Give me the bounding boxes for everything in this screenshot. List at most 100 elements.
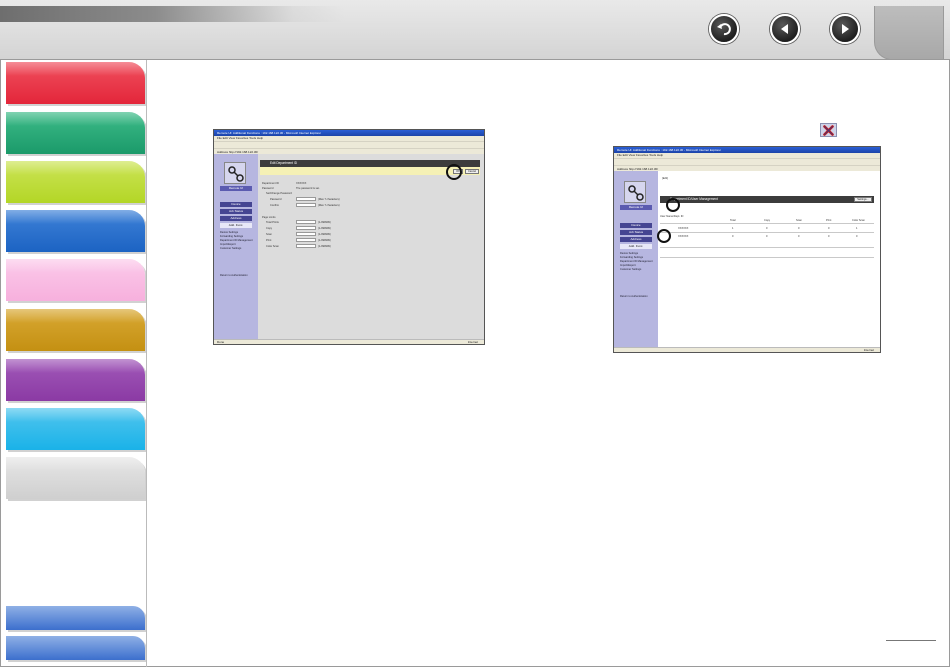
pane-title: Department ID/User Management <box>660 196 874 203</box>
limit-range: (1-999999) <box>318 245 331 248</box>
side-pill-job-status[interactable]: Job Status <box>620 230 652 235</box>
page-rule <box>886 640 936 641</box>
max-chars-note: (Max 7 characters) <box>318 198 340 201</box>
screenshot-department-id-management: Remote UI: Additional Functions : 192.16… <box>613 146 881 353</box>
side-pill-device[interactable]: Device <box>620 223 652 228</box>
side-link[interactable]: Import/Export <box>220 243 236 246</box>
status-zone: Internet <box>467 340 478 344</box>
limit-scan[interactable]: Scan <box>266 233 272 236</box>
side-link[interactable]: Device Settings <box>220 231 238 234</box>
remote-ui-logo-icon <box>224 162 246 184</box>
header-stripe <box>0 6 345 22</box>
table-cell: 0 <box>798 235 800 238</box>
table-row-id[interactable]: XXXXXX <box>678 227 688 230</box>
settings-button[interactable]: Settings... <box>854 197 872 202</box>
page-limits-label: Page Limits <box>262 216 276 219</box>
new-password-input[interactable] <box>296 197 316 201</box>
side-link[interactable]: Customer Settings <box>620 268 641 271</box>
column-header: Total <box>730 219 736 222</box>
side-pill-device[interactable]: Device <box>220 202 252 207</box>
chapter-tab-6[interactable] <box>6 309 145 351</box>
status-bar: Internet <box>614 347 880 352</box>
side-link[interactable]: Forwarding Settings <box>220 235 243 238</box>
limit-range: (1-999999) <box>318 227 331 230</box>
callout-ring <box>666 198 680 212</box>
table-cell: 0 <box>828 235 830 238</box>
side-link[interactable]: Import/Export <box>620 264 636 267</box>
table-row-id[interactable]: XXXXXX <box>678 235 688 238</box>
table-cell: 0 <box>798 227 800 230</box>
side-pill-address[interactable]: Address <box>220 216 252 221</box>
chapter-tab-4[interactable] <box>6 210 145 252</box>
limit-input[interactable] <box>296 220 316 224</box>
limit-input[interactable] <box>296 238 316 242</box>
limit-input[interactable] <box>296 244 316 248</box>
chapter-tab-8[interactable] <box>6 408 145 450</box>
limit-input[interactable] <box>296 226 316 230</box>
cancel-button[interactable]: Cancel <box>465 168 479 174</box>
chapter-tab-7[interactable] <box>6 359 145 401</box>
chapter-tab-5[interactable] <box>6 259 145 301</box>
side-link[interactable]: Device Settings <box>620 252 638 255</box>
table-cell: 1 <box>732 227 734 230</box>
limit-copy[interactable]: Copy <box>266 227 272 230</box>
content-area: [Edit] Department ID/User Management Set… <box>658 171 880 349</box>
limit-range: (1-999999) <box>318 221 331 224</box>
column-header: Scan <box>796 219 802 222</box>
side-pill-job-status[interactable]: Job Status <box>220 209 252 214</box>
limit-total[interactable]: Total Prints <box>266 221 279 224</box>
column-header: User Name/Dept. ID <box>660 215 684 218</box>
side-pill-add-func[interactable]: Add. Func. <box>220 223 252 228</box>
bottom-tab-1[interactable] <box>6 606 145 630</box>
callout-ring <box>657 229 671 243</box>
content-area: Edit Department ID OK Cancel Department … <box>258 154 484 341</box>
table-divider <box>660 223 874 224</box>
callout-ring <box>446 164 462 180</box>
change-password-checkbox[interactable]: Set/Change Password <box>266 192 292 195</box>
previous-page-icon[interactable] <box>770 14 800 44</box>
side-pill-add-func[interactable]: Add. Func. <box>620 244 652 249</box>
bottom-tab-2[interactable] <box>6 636 145 660</box>
side-link[interactable]: Customer Settings <box>220 247 241 250</box>
confirm-input[interactable] <box>296 203 316 207</box>
status-text: Done <box>217 340 225 344</box>
column-header: Print <box>826 219 832 222</box>
column-header: Color Scan <box>852 219 865 222</box>
next-page-icon[interactable] <box>830 14 860 44</box>
toolbar <box>214 141 484 148</box>
limit-range: (1-999999) <box>318 239 331 242</box>
chapter-tab-1[interactable] <box>6 62 145 104</box>
table-cell: 0 <box>856 235 858 238</box>
table-cell: 1 <box>856 227 858 230</box>
chapter-tab-2[interactable] <box>6 112 145 154</box>
chapter-tab-3[interactable] <box>6 161 145 203</box>
toolbar <box>614 158 880 165</box>
side-link-return[interactable]: Return to Authentication <box>620 295 648 298</box>
table-divider <box>660 257 874 258</box>
limit-input[interactable] <box>296 232 316 236</box>
confirm-label: Confirm <box>270 204 280 207</box>
table-divider <box>660 232 874 233</box>
screenshot-edit-department-id: Remote UI: Additional Functions : 192.16… <box>213 129 485 345</box>
table-cell: 0 <box>828 227 830 230</box>
corner-tab[interactable] <box>874 6 944 60</box>
department-id-label: Department ID <box>262 182 279 185</box>
header-bar <box>0 0 950 60</box>
rui-sidebar: Remote UI Device Job Status Address Add.… <box>214 154 258 341</box>
back-icon[interactable] <box>709 14 739 44</box>
password-value: The password is set. <box>296 187 320 190</box>
side-link[interactable]: Department ID Management <box>220 239 253 242</box>
limit-color-scan[interactable]: Color Scan <box>266 245 279 248</box>
close-icon[interactable] <box>820 123 837 137</box>
password-label: Password <box>262 187 274 190</box>
new-password-label: Password <box>270 198 282 201</box>
table-cell: 0 <box>766 235 768 238</box>
sidebar-divider <box>146 60 147 667</box>
side-link-return[interactable]: Return to Authentication <box>220 274 248 277</box>
side-link[interactable]: Forwarding Settings <box>620 256 643 259</box>
chapter-tab-9[interactable] <box>6 457 145 499</box>
side-pill-address[interactable]: Address <box>620 237 652 242</box>
edit-tab-label[interactable]: [Edit] <box>662 177 668 180</box>
limit-print[interactable]: Print <box>266 239 271 242</box>
side-link[interactable]: Department ID Management <box>620 260 653 263</box>
